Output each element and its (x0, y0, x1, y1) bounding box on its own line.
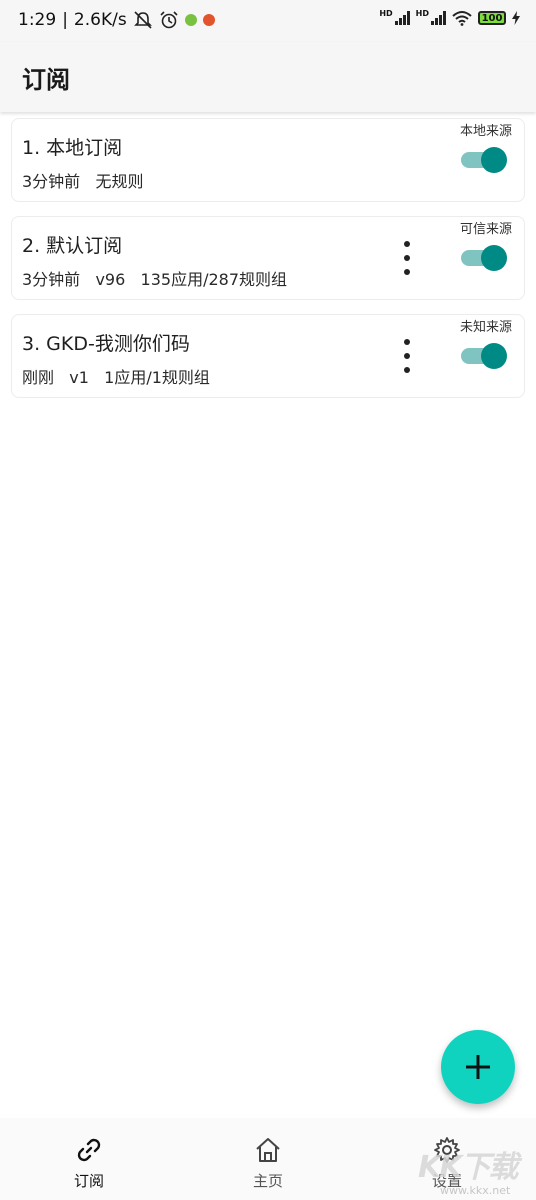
more-vert-icon[interactable] (397, 241, 417, 275)
status-left: 1:29 | 2.6K/s (18, 10, 215, 30)
watermark-url: www.kkx.net (440, 1184, 511, 1197)
hd-label: HD (379, 8, 393, 18)
battery-icon: 100 (478, 11, 506, 25)
green-app-icon (184, 14, 197, 26)
enable-switch[interactable] (461, 343, 509, 369)
switch-thumb (481, 147, 507, 173)
alarm-icon (160, 11, 178, 29)
nav-item-subscriptions[interactable]: 订阅 (29, 1118, 149, 1200)
nav-label: 主页 (252, 1172, 283, 1190)
nav-item-home[interactable]: 主页 (208, 1118, 328, 1200)
watermark-text: KK下载 (418, 1150, 518, 1185)
subscription-meta: 3分钟前 v96 135应用/287规则组 (22, 270, 287, 289)
source-label: 可信来源 (459, 222, 512, 237)
enable-switch[interactable] (461, 245, 509, 271)
switch-thumb (481, 245, 507, 271)
enable-switch[interactable] (461, 147, 509, 173)
wifi-icon (452, 11, 472, 26)
subscription-meta: 3分钟前 无规则 (22, 172, 144, 191)
source-label: 未知来源 (459, 320, 512, 335)
subscription-title: 3. GKD-我测你们码 (22, 333, 190, 355)
more-vert-icon[interactable] (397, 339, 417, 373)
hd-label-2: HD (415, 8, 429, 18)
status-speed: 2.6K/s (73, 10, 127, 30)
orange-app-icon (202, 14, 215, 26)
subscription-card[interactable]: 2. 默认订阅 3分钟前 v96 135应用/287规则组 可信来源 (11, 216, 525, 300)
subscription-card[interactable]: 1. 本地订阅 3分钟前 无规则 本地来源 (11, 118, 525, 202)
status-right: HD HD 100 (379, 8, 520, 26)
subscription-meta: 刚刚 v1 1应用/1规则组 (22, 368, 210, 387)
signal-icon-2 (431, 11, 446, 25)
subscription-title: 2. 默认订阅 (22, 235, 123, 257)
status-bar: 1:29 | 2.6K/s HD HD 100 (0, 0, 536, 42)
charging-icon (512, 11, 520, 25)
plus-icon (466, 1055, 490, 1079)
status-separator: | (62, 10, 68, 30)
status-time: 1:29 (18, 10, 57, 30)
signal-icon (394, 11, 410, 25)
page-title: 订阅 (22, 66, 70, 94)
subscription-title: 1. 本地订阅 (22, 137, 123, 159)
nav-label: 订阅 (73, 1172, 104, 1190)
app-bar: 订阅 (0, 42, 536, 112)
add-subscription-button[interactable] (441, 1030, 515, 1104)
link-icon (77, 1138, 101, 1162)
source-label: 本地来源 (459, 124, 512, 139)
subscription-card[interactable]: 3. GKD-我测你们码 刚刚 v1 1应用/1规则组 未知来源 (11, 314, 525, 398)
home-icon (256, 1138, 280, 1162)
switch-thumb (481, 343, 507, 369)
muted-bell-icon (133, 11, 152, 29)
watermark: KK下载 www.kkx.net (418, 1140, 534, 1198)
